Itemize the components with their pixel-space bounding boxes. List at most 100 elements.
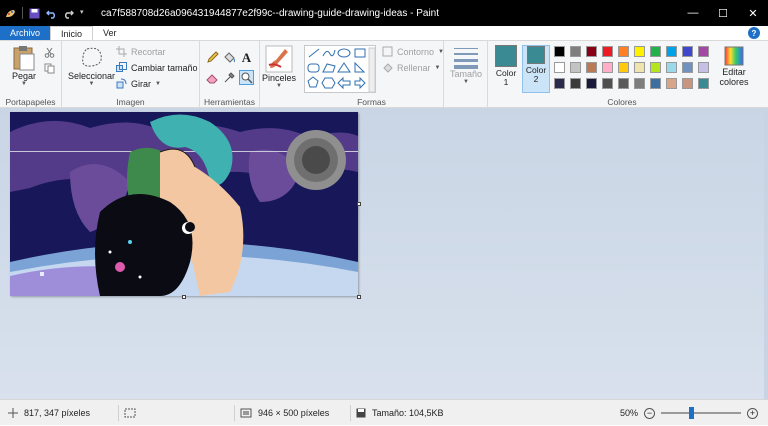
palette-swatch[interactable] bbox=[602, 46, 613, 57]
color2-num: 2 bbox=[533, 74, 539, 84]
copy-icon[interactable] bbox=[44, 63, 55, 76]
palette-swatch[interactable] bbox=[570, 78, 581, 89]
palette-swatch[interactable] bbox=[650, 46, 661, 57]
redo-icon[interactable] bbox=[63, 8, 74, 19]
hexagon-shape-icon[interactable] bbox=[321, 77, 336, 89]
palette-swatch[interactable] bbox=[554, 78, 565, 89]
palette-swatch[interactable] bbox=[682, 78, 693, 89]
zoom-slider[interactable] bbox=[661, 407, 742, 419]
drawing-canvas[interactable] bbox=[10, 112, 358, 296]
palette-swatch[interactable] bbox=[666, 46, 677, 57]
triangle-shape-icon[interactable] bbox=[337, 62, 351, 73]
magnifier-icon[interactable] bbox=[239, 70, 254, 85]
vertical-scrollbar[interactable] bbox=[764, 108, 768, 399]
oval-shape-icon[interactable] bbox=[337, 48, 351, 58]
palette-swatch[interactable] bbox=[602, 78, 613, 89]
canvas-workspace[interactable] bbox=[0, 108, 768, 399]
color2-button[interactable]: Color 2 bbox=[522, 45, 550, 93]
palette-swatch[interactable] bbox=[634, 62, 645, 73]
ribbon-tabs: Archivo Inicio Ver ? bbox=[0, 26, 768, 40]
artwork-image bbox=[10, 112, 358, 296]
outline-label: Contorno bbox=[397, 46, 435, 57]
pencil-icon[interactable] bbox=[205, 50, 220, 65]
palette-swatch[interactable] bbox=[570, 62, 581, 73]
palette-swatch[interactable] bbox=[602, 62, 613, 73]
rotate-button[interactable]: Girar ▼ bbox=[116, 78, 161, 89]
selection-size bbox=[124, 400, 136, 426]
palette-swatch[interactable] bbox=[682, 62, 693, 73]
text-tool-icon[interactable]: A bbox=[239, 50, 254, 65]
palette-swatch[interactable] bbox=[698, 78, 709, 89]
chevron-down-icon: ▼ bbox=[276, 83, 282, 89]
customize-toolbar-chevron-icon[interactable]: ▾ bbox=[80, 8, 91, 19]
arrow-shape-icon[interactable] bbox=[337, 76, 351, 90]
polygon-shape-icon[interactable] bbox=[322, 63, 336, 73]
cursor-position-value: 817, 347 píxeles bbox=[24, 408, 91, 418]
palette-swatch[interactable] bbox=[634, 46, 645, 57]
color-picker-icon[interactable] bbox=[222, 70, 237, 85]
tab-ver[interactable]: Ver bbox=[93, 26, 127, 40]
palette-swatch[interactable] bbox=[666, 62, 677, 73]
zoom-in-button[interactable]: + bbox=[747, 407, 759, 419]
crop-button[interactable]: Recortar bbox=[116, 46, 166, 57]
resize-button[interactable]: Cambiar tamaño bbox=[116, 62, 198, 73]
zoom-out-button[interactable]: − bbox=[644, 407, 656, 419]
shapes-gallery bbox=[304, 45, 376, 93]
close-button[interactable]: ✕ bbox=[738, 0, 768, 26]
palette-swatch[interactable] bbox=[586, 78, 597, 89]
palette-swatch[interactable] bbox=[650, 78, 661, 89]
minimize-button[interactable]: — bbox=[678, 0, 708, 26]
image-size-icon bbox=[240, 408, 252, 418]
palette-swatch[interactable] bbox=[698, 46, 709, 57]
palette-swatch[interactable] bbox=[666, 78, 677, 89]
right-triangle-shape-icon[interactable] bbox=[354, 61, 366, 73]
fill-bucket-icon[interactable] bbox=[222, 50, 237, 65]
tools-group-label: Herramientas bbox=[203, 97, 256, 107]
resize-handle-corner[interactable] bbox=[357, 295, 361, 299]
palette-swatch[interactable] bbox=[554, 46, 565, 57]
shapes-group-label: Formas bbox=[357, 97, 386, 107]
line-shape-icon[interactable] bbox=[308, 48, 320, 58]
help-button[interactable]: ? bbox=[748, 27, 760, 39]
eraser-icon[interactable] bbox=[205, 70, 220, 85]
ribbon: Pegar ▼ Portapapeles Seleccionar ▼ Recor… bbox=[0, 40, 768, 109]
tab-inicio[interactable]: Inicio bbox=[50, 26, 94, 40]
palette-swatch[interactable] bbox=[618, 78, 629, 89]
palette-swatch[interactable] bbox=[682, 46, 693, 57]
palette-swatch[interactable] bbox=[618, 62, 629, 73]
select-button[interactable]: Seleccionar ▼ bbox=[68, 45, 115, 87]
zoom-slider-thumb[interactable] bbox=[689, 407, 695, 419]
fill-button[interactable]: Rellenar ▼ bbox=[382, 62, 440, 73]
color1-button[interactable]: Color 1 bbox=[492, 45, 520, 93]
palette-swatch[interactable] bbox=[650, 62, 661, 73]
palette-swatch[interactable] bbox=[618, 46, 629, 57]
image-group-label: Imagen bbox=[116, 97, 145, 107]
file-size: Tamaño: 104,5KB bbox=[356, 400, 444, 426]
resize-handle-bottom[interactable] bbox=[182, 295, 186, 299]
pentagon-shape-icon[interactable] bbox=[307, 76, 319, 88]
paste-button[interactable]: Pegar ▼ bbox=[12, 45, 36, 87]
size-button[interactable]: Tamaño ▼ bbox=[450, 45, 482, 85]
brushes-button[interactable]: Pinceles ▼ bbox=[262, 45, 296, 89]
cut-icon[interactable] bbox=[44, 47, 55, 60]
rectangle-shape-icon[interactable] bbox=[354, 48, 366, 58]
palette-swatch[interactable] bbox=[586, 62, 597, 73]
save-icon[interactable] bbox=[29, 8, 40, 19]
tab-archivo[interactable]: Archivo bbox=[0, 26, 51, 40]
resize-handle-right[interactable] bbox=[357, 202, 361, 206]
palette-swatch[interactable] bbox=[586, 46, 597, 57]
undo-icon[interactable] bbox=[46, 8, 57, 19]
resize-icon bbox=[116, 62, 127, 72]
palette-swatch[interactable] bbox=[570, 46, 581, 57]
outline-button[interactable]: Contorno ▼ bbox=[382, 46, 444, 57]
crop-label: Recortar bbox=[131, 46, 166, 57]
edit-colors-button[interactable]: Editar colores bbox=[714, 45, 754, 87]
right-arrow-shape-icon[interactable] bbox=[354, 76, 366, 90]
palette-swatch[interactable] bbox=[554, 62, 565, 73]
clipboard-group: Pegar ▼ Portapapeles bbox=[0, 41, 62, 109]
curve-shape-icon[interactable] bbox=[322, 49, 336, 57]
rounded-rectangle-shape-icon[interactable] bbox=[307, 63, 320, 73]
palette-swatch[interactable] bbox=[634, 78, 645, 89]
maximize-button[interactable]: ☐ bbox=[708, 0, 738, 26]
palette-swatch[interactable] bbox=[698, 62, 709, 73]
